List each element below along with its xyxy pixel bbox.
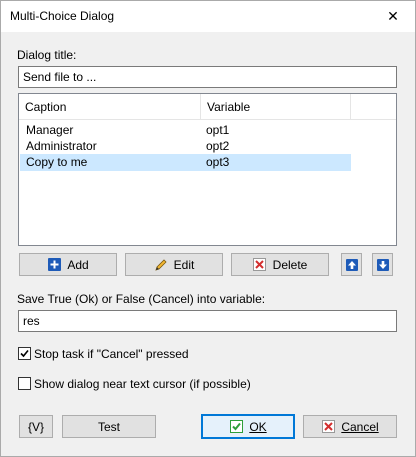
delete-label: Delete	[272, 257, 308, 272]
close-icon: ✕	[387, 8, 399, 24]
dialog-title-label: Dialog title:	[17, 48, 77, 62]
dialog-window: Multi-Choice Dialog ✕ Dialog title: Send…	[0, 0, 416, 457]
variable-label: Save True (Ok) or False (Cancel) into va…	[17, 292, 266, 306]
row-caption: Manager	[26, 123, 74, 137]
list-item[interactable]: Administrator opt2	[20, 138, 351, 155]
edit-label: Edit	[173, 257, 195, 272]
row-variable: opt1	[206, 123, 230, 137]
window-title: Multi-Choice Dialog	[10, 9, 115, 23]
column-header-variable[interactable]: Variable	[201, 94, 351, 119]
cancel-x-icon	[321, 420, 335, 434]
cancel-button[interactable]: Cancel	[303, 415, 397, 438]
stop-task-checkbox[interactable]	[18, 347, 31, 360]
delete-x-icon	[253, 258, 267, 272]
list-item-selected[interactable]: Copy to me opt3	[20, 154, 351, 171]
move-up-button[interactable]	[341, 253, 362, 276]
pencil-icon	[154, 258, 168, 272]
list-header: Caption Variable	[19, 94, 396, 120]
ok-label: OK	[249, 419, 267, 434]
variable-input[interactable]: res	[18, 310, 397, 332]
cancel-label: Cancel	[341, 419, 379, 434]
checkmark-icon	[20, 349, 29, 358]
choices-list[interactable]: Caption Variable Manager opt1 Administra…	[18, 93, 397, 246]
ok-button[interactable]: OK	[201, 414, 295, 439]
test-label: Test	[97, 419, 120, 434]
test-button[interactable]: Test	[62, 415, 156, 438]
list-item[interactable]: Manager opt1	[20, 122, 351, 139]
stop-task-label[interactable]: Stop task if "Cancel" pressed	[34, 347, 189, 361]
move-down-button[interactable]	[372, 253, 393, 276]
check-icon	[229, 420, 243, 434]
add-label: Add	[67, 257, 89, 272]
edit-button[interactable]: Edit	[125, 253, 223, 276]
row-variable: opt3	[206, 155, 230, 169]
row-caption: Copy to me	[26, 155, 88, 169]
arrow-down-icon	[376, 258, 390, 272]
delete-button[interactable]: Delete	[231, 253, 329, 276]
arrow-up-icon	[345, 258, 359, 272]
variables-button[interactable]: {V}	[19, 415, 53, 438]
near-cursor-label[interactable]: Show dialog near text cursor (if possibl…	[34, 377, 251, 391]
title-bar: Multi-Choice Dialog ✕	[1, 1, 415, 32]
row-caption: Administrator	[26, 139, 97, 153]
dialog-title-input[interactable]: Send file to ...	[18, 66, 397, 88]
row-variable: opt2	[206, 139, 230, 153]
column-header-caption[interactable]: Caption	[19, 94, 201, 119]
add-button[interactable]: Add	[19, 253, 117, 276]
close-button[interactable]: ✕	[371, 1, 415, 32]
near-cursor-checkbox[interactable]	[18, 377, 31, 390]
variables-label: {V}	[27, 419, 45, 434]
plus-icon	[47, 258, 61, 272]
